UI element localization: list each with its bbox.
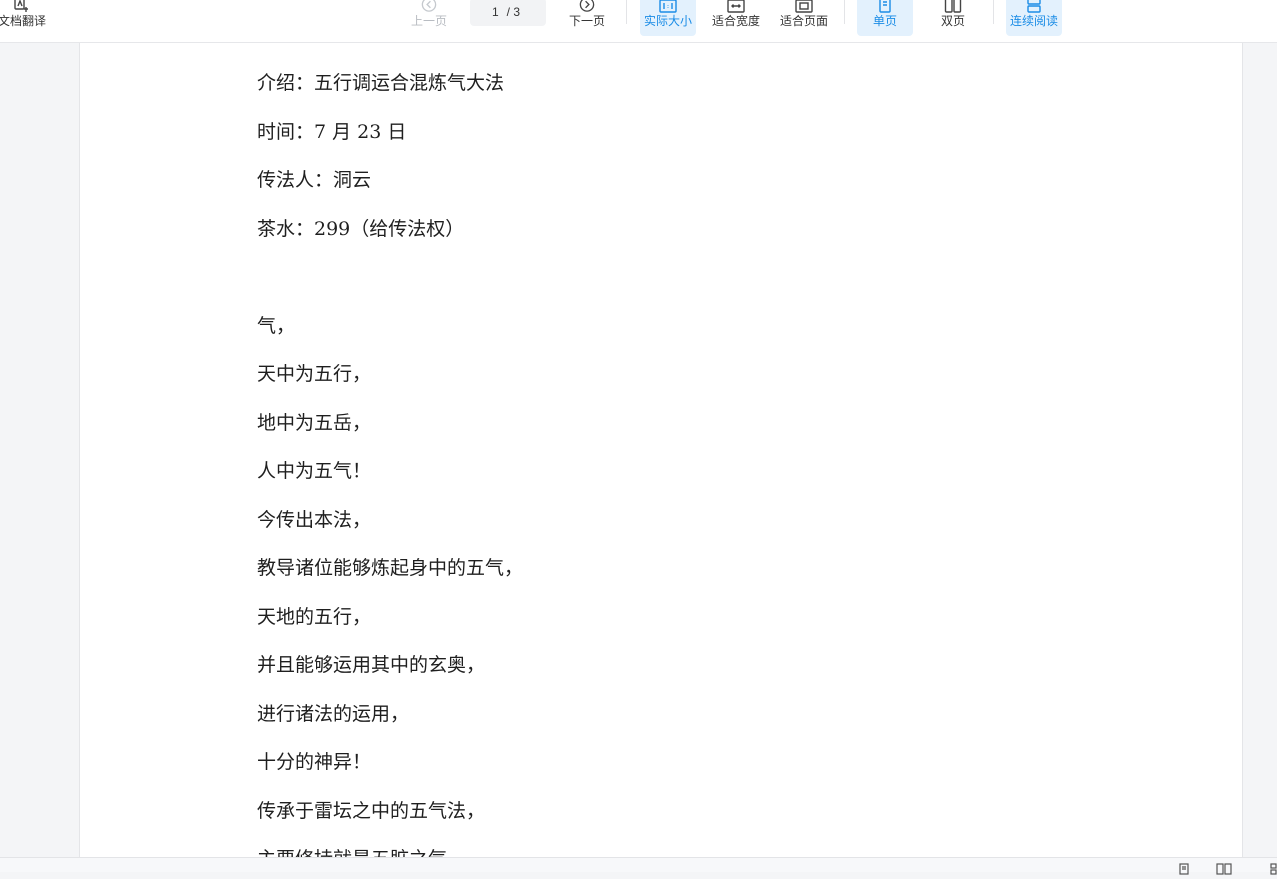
actual-size-icon [659, 0, 677, 13]
next-page-label: 下一页 [568, 14, 605, 28]
continuous-view-icon[interactable] [1270, 860, 1277, 879]
single-page-icon [879, 0, 891, 13]
double-page-icon [944, 0, 962, 13]
fit-page-label: 适合页面 [779, 14, 828, 28]
chevron-left-icon [421, 0, 437, 12]
next-page-button[interactable]: 下一页 [562, 0, 612, 36]
document-line: 气， [257, 314, 296, 337]
double-page-button[interactable]: 双页 [925, 0, 981, 36]
single-view-icon[interactable] [1178, 860, 1190, 879]
document-line: 人中为五气！ [257, 460, 372, 482]
continuous-reading-icon [1027, 0, 1041, 13]
document-line: 主要修持就是五脏之气， [257, 843, 523, 857]
single-page-label: 单页 [872, 14, 897, 28]
translate-icon [14, 0, 28, 12]
fit-page-button[interactable]: 适合页面 [776, 0, 832, 36]
fit-page-icon [795, 0, 813, 13]
document-line: 十分的神异！ [257, 751, 372, 773]
prev-page-button[interactable]: 上一页 [404, 0, 454, 36]
translate-button[interactable]: 文档翻译 [0, 0, 47, 36]
fit-width-button[interactable]: 适合宽度 [708, 0, 764, 36]
document-line: 时间：7 月 23 日 [257, 120, 407, 143]
document-line: 今传出本法， [257, 508, 372, 531]
document-line: 传法人：洞云 [257, 169, 372, 191]
page-total: / 3 [506, 5, 521, 19]
document-page: 介绍：五行调运合混炼气大法 时间：7 月 23 日 传法人：洞云 茶水：299（… [79, 42, 1243, 857]
actual-size-button[interactable]: 实际大小 [640, 0, 696, 36]
prev-page-label: 上一页 [410, 14, 447, 28]
fit-width-icon [727, 0, 745, 13]
chevron-right-icon [579, 0, 595, 12]
page-current-input[interactable]: 1 [492, 5, 499, 19]
single-page-button[interactable]: 单页 [857, 0, 913, 36]
toolbar-divider [626, 0, 627, 24]
document-line: 介绍：五行调运合混炼气大法 [257, 72, 505, 94]
page-indicator[interactable]: 1 / 3 [470, 0, 546, 26]
continuous-reading-button[interactable]: 连续阅读 [1006, 0, 1062, 36]
document-body: 介绍：五行调运合混炼气大法 时间：7 月 23 日 传法人：洞云 茶水：299（… [257, 67, 523, 857]
status-bar [0, 857, 1277, 875]
document-line: 天中为五行， [257, 363, 372, 385]
document-line: 教导诸位能够炼起身中的五气， [257, 557, 524, 579]
fit-width-label: 适合宽度 [711, 14, 760, 28]
actual-size-label: 实际大小 [643, 14, 692, 28]
double-view-icon[interactable] [1216, 860, 1232, 879]
continuous-reading-label: 连续阅读 [1009, 14, 1058, 28]
document-line: 并且能够运用其中的玄奥， [257, 654, 486, 676]
toolbar-divider [993, 0, 994, 24]
document-line: 茶水：299（给传法权） [257, 217, 465, 240]
document-line: 传承于雷坛之中的五气法， [257, 799, 486, 822]
toolbar-divider [844, 0, 845, 24]
document-line: 地中为五岳， [257, 411, 372, 434]
document-line: 天地的五行， [257, 605, 372, 628]
double-page-label: 双页 [940, 14, 965, 28]
translate-label: 文档翻译 [0, 14, 47, 28]
document-line: 进行诸法的运用， [257, 702, 410, 725]
toolbar: 文档翻译 上一页 1 / 3 下一页 实际大小 适合宽度 适合页面 单页 双页 … [0, 0, 1277, 42]
